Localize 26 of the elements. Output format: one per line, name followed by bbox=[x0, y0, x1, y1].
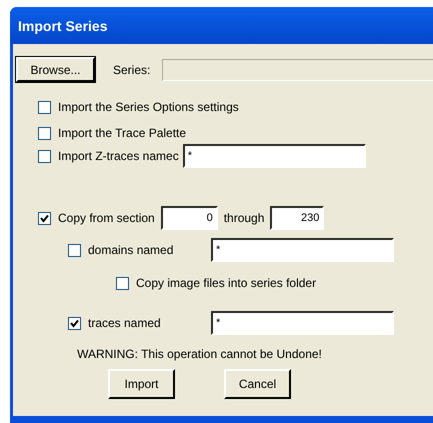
checkbox-label: Copy from section bbox=[58, 211, 155, 225]
input-field[interactable]: 0 bbox=[160, 206, 218, 230]
checkbox-label: Import the Trace Palette bbox=[58, 126, 186, 140]
checkbox[interactable] bbox=[116, 276, 129, 290]
warning-text: WARNING: This operation cannot be Undone! bbox=[76, 347, 323, 361]
checkbox[interactable] bbox=[68, 244, 81, 256]
dialog-button[interactable]: Import bbox=[108, 369, 175, 399]
checkbox[interactable] bbox=[38, 100, 51, 114]
dialog-button[interactable]: Cancel bbox=[224, 369, 291, 399]
input-field[interactable]: 230 bbox=[270, 206, 324, 230]
checkbox-label: Import Z-traces namec bbox=[58, 149, 179, 163]
through-label: through bbox=[224, 211, 264, 225]
window-title: Import Series bbox=[10, 7, 433, 44]
checkbox-label: Import the Series Options settings bbox=[58, 100, 239, 114]
checkbox[interactable] bbox=[38, 126, 51, 140]
browse-button[interactable]: Browse... bbox=[16, 57, 95, 82]
input-field[interactable]: * bbox=[182, 144, 366, 168]
checkbox-label: Copy image files into series folder bbox=[136, 276, 316, 290]
checkbox-label: domains named bbox=[88, 243, 174, 257]
checkbox[interactable] bbox=[38, 212, 51, 224]
checkbox[interactable] bbox=[38, 150, 51, 162]
series-label: Series: bbox=[113, 62, 150, 76]
input-field[interactable]: * bbox=[211, 311, 394, 335]
checkbox[interactable] bbox=[68, 316, 81, 330]
input-field[interactable]: * bbox=[211, 238, 394, 262]
checkbox-label: traces named bbox=[88, 316, 161, 330]
